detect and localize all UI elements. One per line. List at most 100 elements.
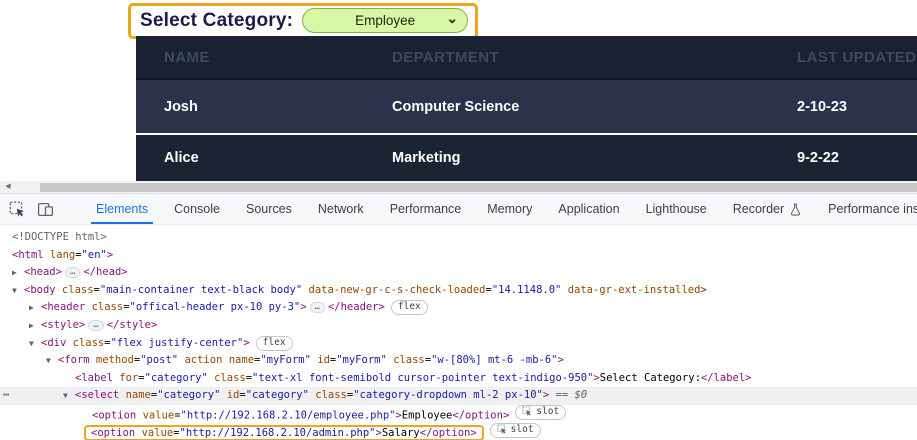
more-menu-icon[interactable]: ⋯ bbox=[3, 387, 8, 405]
code-token: <select bbox=[75, 389, 119, 401]
code-token: value bbox=[136, 409, 174, 421]
chevron-down-icon: ⌄ bbox=[446, 10, 458, 27]
tab-console[interactable]: Console bbox=[161, 194, 233, 224]
ellipsis-expander-icon[interactable]: … bbox=[65, 267, 80, 278]
reveal-slot-icon bbox=[522, 406, 533, 417]
code-token: "category-dropdown ml-2 px-10" bbox=[353, 389, 543, 401]
table-header-row: NAMEDEPARTMENTLAST UPDATED bbox=[136, 36, 917, 80]
code-token: "http://192.168.2.10/employee.php" bbox=[181, 409, 396, 421]
device-toolbar-icon[interactable] bbox=[34, 198, 56, 220]
flex-badge[interactable]: flex bbox=[256, 336, 293, 351]
code-line[interactable]: ▼<form method="post" action name="myForm… bbox=[0, 352, 917, 370]
code-line[interactable]: ▶<header class="offical-header px-10 py-… bbox=[0, 299, 917, 317]
code-token: for bbox=[113, 372, 138, 384]
code-line[interactable]: <label for="category" class="text-xl fon… bbox=[0, 370, 917, 388]
tab-memory[interactable]: Memory bbox=[474, 194, 545, 224]
code-token: </header> bbox=[328, 301, 385, 313]
code-token: class bbox=[208, 372, 246, 384]
tab-performance[interactable]: Performance bbox=[377, 194, 475, 224]
code-line[interactable]: <!DOCTYPE html> bbox=[0, 229, 917, 247]
table-header-cell: DEPARTMENT bbox=[392, 49, 797, 66]
code-token: "flex justify-center" bbox=[111, 337, 244, 349]
code-token: "w-[80%] mt-6 -mb-6" bbox=[431, 354, 557, 366]
code-token: Employee bbox=[402, 409, 453, 421]
code-token: <label bbox=[75, 372, 113, 384]
webpage-panel: Select Category: Employee ⌄ NAMEDEPARTME… bbox=[0, 0, 917, 181]
code-token: "category" bbox=[157, 389, 220, 401]
tab-label: Performance bbox=[390, 202, 462, 216]
code-line[interactable]: ▶<style>…</style> bbox=[0, 317, 917, 335]
code-token: </option> bbox=[452, 409, 509, 421]
tab-sources[interactable]: Sources bbox=[233, 194, 305, 224]
expand-arrow-icon[interactable]: ▶ bbox=[12, 264, 24, 282]
tab-label: Memory bbox=[487, 202, 532, 216]
expand-arrow-icon[interactable]: ▼ bbox=[29, 335, 41, 353]
code-line[interactable]: ▼<body class="main-container text-black … bbox=[0, 282, 917, 300]
category-dropdown[interactable]: Employee ⌄ bbox=[302, 8, 468, 33]
select-category-label[interactable]: Select Category: bbox=[140, 10, 293, 32]
tab-elements[interactable]: Elements bbox=[83, 194, 161, 224]
expand-arrow-icon[interactable]: ▶ bbox=[29, 299, 41, 317]
code-line[interactable]: ⋯▼<select name="category" id="category" … bbox=[0, 387, 917, 405]
code-token: name bbox=[119, 389, 151, 401]
expand-arrow-icon[interactable]: ▼ bbox=[63, 387, 75, 405]
code-line[interactable]: ▶<head>…</head> bbox=[0, 264, 917, 282]
code-line[interactable]: <html lang="en"> bbox=[0, 247, 917, 265]
code-token: class bbox=[309, 389, 347, 401]
code-token: value bbox=[135, 427, 173, 439]
expand-arrow-icon[interactable]: ▼ bbox=[46, 352, 58, 370]
code-line[interactable]: ▼<div class="flex justify-center">flex bbox=[0, 335, 917, 353]
tab-lighthouse[interactable]: Lighthouse bbox=[633, 194, 720, 224]
code-token: Select Category: bbox=[600, 372, 701, 384]
badge-label: slot bbox=[536, 406, 559, 418]
code-token: class bbox=[66, 337, 104, 349]
code-token: </option> bbox=[420, 427, 477, 439]
code-token: <option bbox=[91, 427, 135, 439]
tab-label: Application bbox=[558, 202, 619, 216]
table-cell: 9-2-22 bbox=[797, 150, 917, 166]
badge-label: slot bbox=[511, 424, 534, 436]
code-token: <body bbox=[24, 284, 56, 296]
code-token: <div bbox=[41, 337, 66, 349]
inspect-element-icon[interactable] bbox=[6, 198, 28, 220]
code-token: <!DOCTYPE html> bbox=[12, 231, 107, 243]
tab-label: Lighthouse bbox=[646, 202, 707, 216]
code-token: > bbox=[300, 301, 306, 313]
ellipsis-expander-icon[interactable]: … bbox=[88, 320, 103, 331]
code-token: action bbox=[178, 354, 222, 366]
ellipsis-expander-icon[interactable]: … bbox=[310, 302, 325, 313]
code-token: lang bbox=[44, 249, 76, 261]
table-cell: Alice bbox=[136, 150, 392, 166]
code-line[interactable]: <option value="http://192.168.2.10/emplo… bbox=[0, 405, 917, 423]
annotation-box: <option value="http://192.168.2.10/admin… bbox=[84, 425, 484, 440]
code-token: "post" bbox=[140, 354, 178, 366]
code-token: > bbox=[558, 354, 564, 366]
code-line[interactable]: <option value="http://192.168.2.10/admin… bbox=[0, 423, 917, 440]
code-token: data-new-gr-c-s-check-loaded bbox=[302, 284, 485, 296]
flex-badge[interactable]: flex bbox=[391, 300, 428, 315]
expand-arrow-icon[interactable]: ▼ bbox=[12, 282, 24, 300]
expand-arrow-icon[interactable]: ▶ bbox=[29, 317, 41, 335]
code-token: "en" bbox=[82, 249, 107, 261]
flask-icon bbox=[789, 203, 802, 216]
code-token: <header bbox=[41, 301, 85, 313]
badge-label: flex bbox=[398, 301, 421, 313]
slot-badge[interactable]: slot bbox=[515, 405, 566, 420]
tab-label: Network bbox=[318, 202, 364, 216]
tab-label: Elements bbox=[96, 202, 148, 216]
code-token: class bbox=[56, 284, 94, 296]
code-token: </style> bbox=[107, 319, 158, 331]
table-header-cell: NAME bbox=[136, 49, 392, 66]
tab-application[interactable]: Application bbox=[545, 194, 632, 224]
code-token: "myForm" bbox=[260, 354, 311, 366]
tab-network[interactable]: Network bbox=[305, 194, 377, 224]
code-token: name bbox=[222, 354, 254, 366]
slot-badge[interactable]: slot bbox=[490, 423, 541, 438]
tab-recorder[interactable]: Recorder bbox=[720, 194, 815, 224]
tab-performance-insights[interactable]: Performance insights bbox=[815, 194, 917, 224]
code-token: id bbox=[311, 354, 330, 366]
code-token: class bbox=[387, 354, 425, 366]
scrollbar-thumb[interactable] bbox=[40, 183, 917, 193]
scroll-left-button[interactable]: ◀ bbox=[0, 181, 16, 193]
code-token: "http://192.168.2.10/admin.php" bbox=[180, 427, 376, 439]
